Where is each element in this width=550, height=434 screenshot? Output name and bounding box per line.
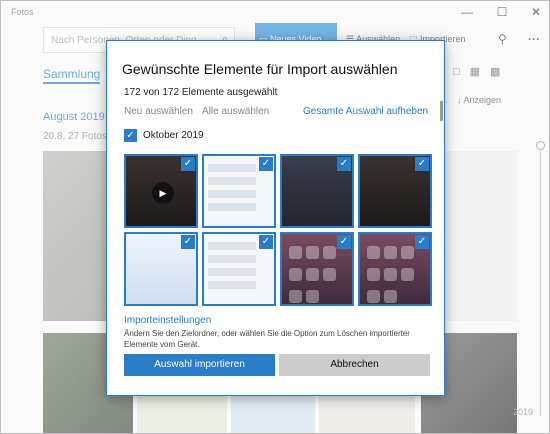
import-selected-button[interactable]: Auswahl importieren <box>124 354 275 376</box>
checkmark-icon[interactable]: ✓ <box>181 235 195 249</box>
checkmark-icon[interactable]: ✓ <box>259 157 273 171</box>
list-preview <box>208 164 256 216</box>
dialog-scrollbar[interactable] <box>440 101 443 121</box>
thumbnail[interactable]: ✓ <box>202 154 276 228</box>
selection-count: 172 von 172 Elemente ausgewählt <box>124 87 278 98</box>
checkmark-icon[interactable]: ✓ <box>415 235 429 249</box>
clear-selection-link[interactable]: Gesamte Auswahl aufheben <box>303 106 428 117</box>
thumbnail[interactable]: ✓ <box>124 232 198 306</box>
control-tiles <box>365 244 425 304</box>
play-icon: ▶ <box>152 182 174 204</box>
checkmark-icon[interactable]: ✓ <box>259 235 273 249</box>
import-settings-link[interactable]: Importeinstellungen <box>124 315 211 326</box>
import-dialog: Gewünschte Elemente für Import auswählen… <box>106 40 445 396</box>
thumbnail[interactable]: ✓ <box>280 154 354 228</box>
dialog-title: Gewünschte Elemente für Import auswählen <box>122 61 398 77</box>
cancel-button[interactable]: Abbrechen <box>279 354 430 376</box>
thumbnail[interactable]: ✓ <box>202 232 276 306</box>
group-label: Oktober 2019 <box>143 130 204 141</box>
list-preview <box>208 242 256 294</box>
thumbnail[interactable]: ✓ <box>358 232 432 306</box>
select-all-link[interactable]: Alle auswählen <box>202 106 269 117</box>
thumbnail[interactable]: ▶ ✓ <box>124 154 198 228</box>
import-settings-description: Ändern Sie den Zielordner, oder wählen S… <box>124 329 410 349</box>
group-checkbox[interactable]: ✓ <box>124 129 137 142</box>
checkmark-icon[interactable]: ✓ <box>337 157 351 171</box>
checkmark-icon[interactable]: ✓ <box>181 157 195 171</box>
checkmark-icon[interactable]: ✓ <box>337 235 351 249</box>
select-none-link[interactable]: Neu auswählen <box>124 106 193 117</box>
control-tiles <box>287 244 347 304</box>
thumbnail[interactable]: ✓ <box>280 232 354 306</box>
thumbnail[interactable]: ✓ <box>358 154 432 228</box>
checkmark-icon[interactable]: ✓ <box>415 157 429 171</box>
